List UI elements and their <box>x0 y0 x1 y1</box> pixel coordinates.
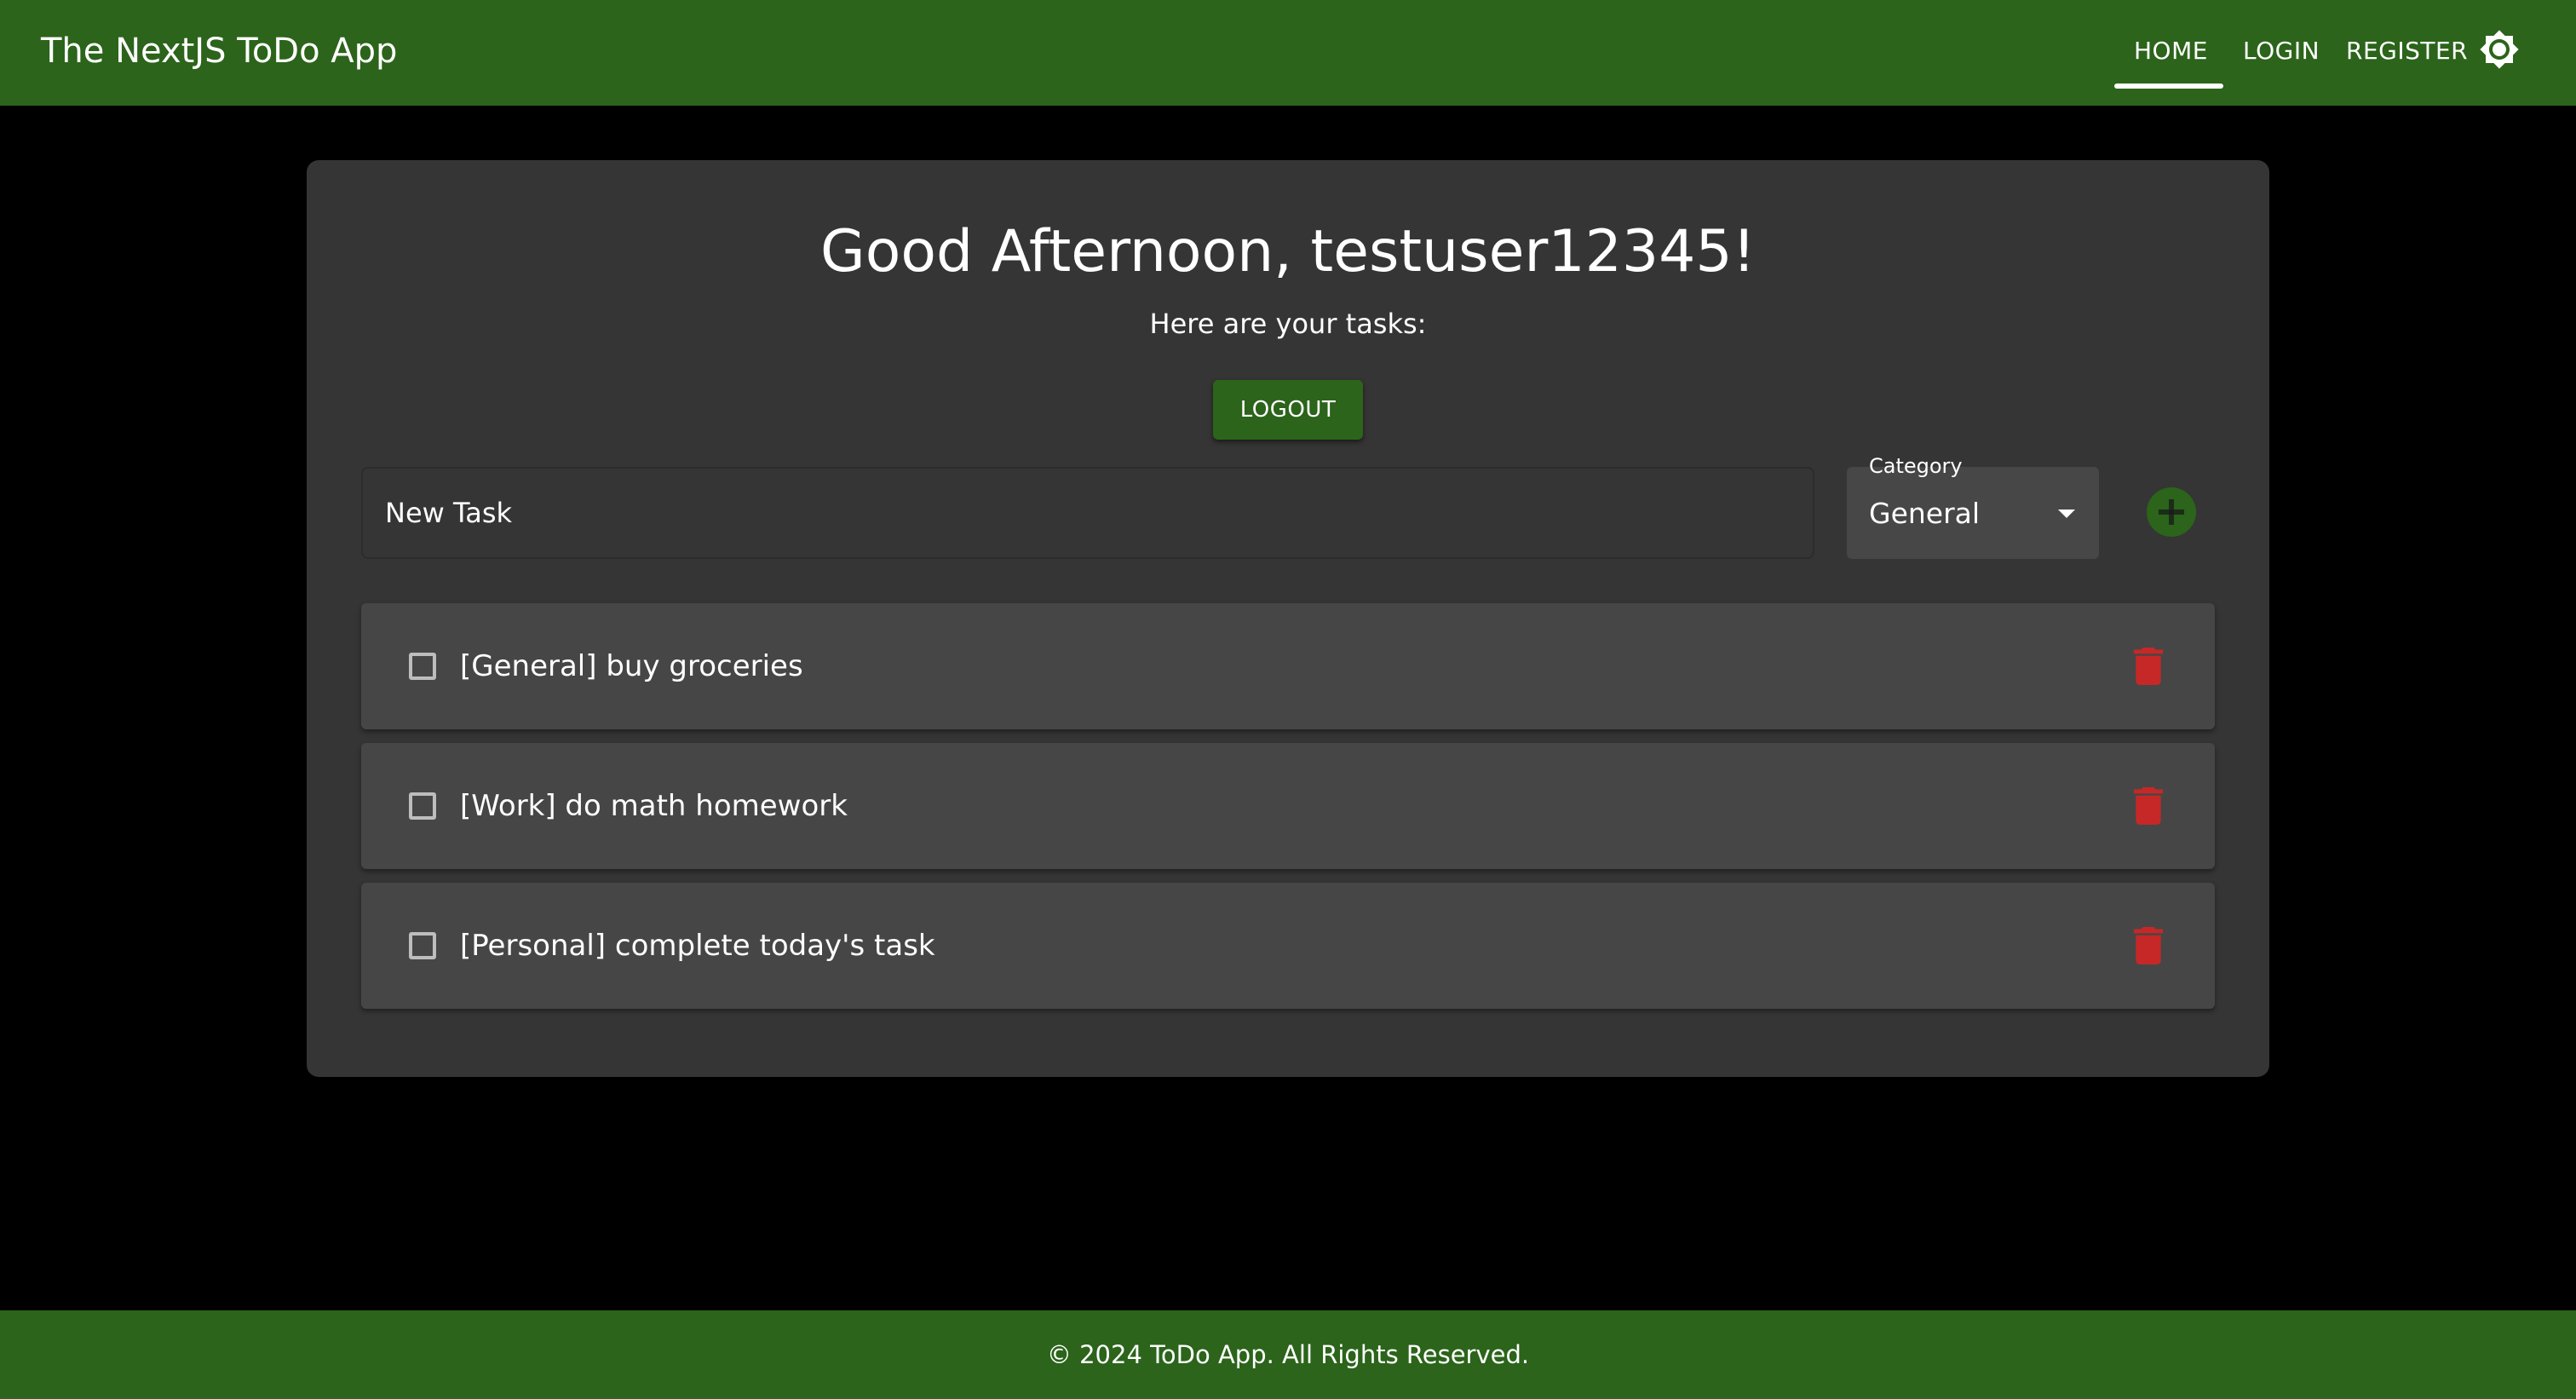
nav-register-link[interactable]: REGISTER <box>2346 36 2468 66</box>
tasks-subtitle: Here are your tasks: <box>1149 308 1427 340</box>
dropdown-arrow-icon <box>2058 510 2075 518</box>
task-complete-checkbox[interactable] <box>409 653 436 680</box>
delete-task-button[interactable] <box>2133 787 2164 825</box>
delete-task-button[interactable] <box>2133 927 2164 964</box>
category-select[interactable]: Category General <box>1847 454 2099 559</box>
logout-button[interactable]: LOGOUT <box>1213 380 1363 440</box>
app-bar: The NextJS ToDo App HOME LOGIN REGISTER <box>0 0 2576 106</box>
add-task-button[interactable] <box>2147 487 2196 537</box>
add-circle-icon <box>2147 487 2196 537</box>
category-selected-value: General <box>1869 497 1981 530</box>
nav-login-link[interactable]: LOGIN <box>2243 36 2320 66</box>
footer-copyright: © 2024 ToDo App. All Rights Reserved. <box>1046 1340 1530 1369</box>
task-text: [Work] do math homework <box>460 789 848 823</box>
task-complete-checkbox[interactable] <box>409 792 436 820</box>
task-item: [Work] do math homework <box>361 743 2215 869</box>
trash-icon <box>2133 787 2164 825</box>
delete-task-button[interactable] <box>2133 648 2164 685</box>
trash-icon <box>2133 648 2164 685</box>
task-text: [Personal] complete today's task <box>460 929 935 963</box>
tasks-card: Good Afternoon, testuser12345! Here are … <box>307 160 2269 1077</box>
category-label: Category <box>1869 454 1963 478</box>
task-item: [General] buy groceries <box>361 603 2215 729</box>
app-title: The NextJS ToDo App <box>41 32 398 71</box>
trash-icon <box>2133 927 2164 964</box>
nav-home-link[interactable]: HOME <box>2134 36 2208 66</box>
task-text: [General] buy groceries <box>460 649 803 683</box>
brightness-icon <box>2480 30 2519 69</box>
new-task-input[interactable] <box>361 467 1814 559</box>
task-item: [Personal] complete today's task <box>361 883 2215 1009</box>
footer: © 2024 ToDo App. All Rights Reserved. <box>0 1310 2576 1399</box>
greeting-heading: Good Afternoon, testuser12345! <box>820 218 1756 285</box>
active-nav-indicator <box>2114 83 2223 89</box>
task-complete-checkbox[interactable] <box>409 932 436 959</box>
theme-toggle-button[interactable] <box>2479 29 2520 70</box>
